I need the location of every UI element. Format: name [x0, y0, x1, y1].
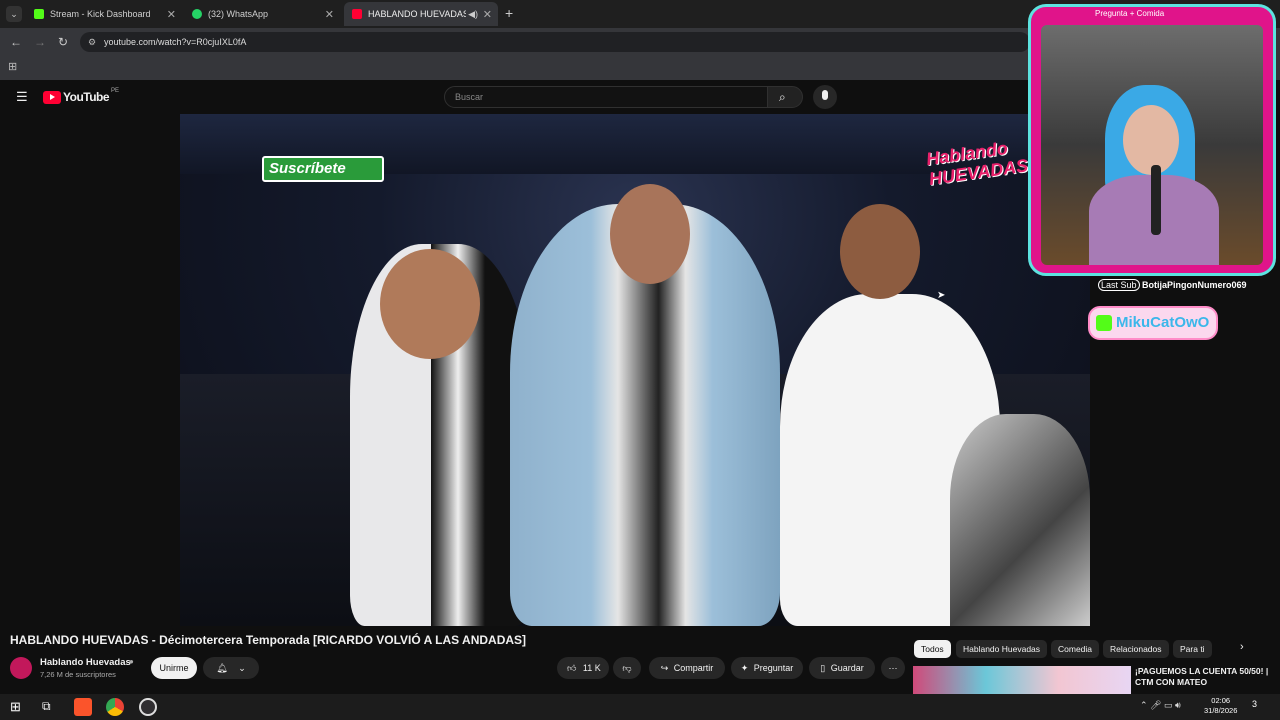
logo-text: YouTube	[63, 90, 110, 104]
head-middle	[610, 184, 690, 284]
recommended-thumbnail[interactable]	[913, 666, 1131, 694]
notification-count: 3	[1252, 699, 1258, 709]
bell-icon: 🔔︎	[216, 663, 228, 673]
channel-avatar[interactable]	[10, 657, 32, 679]
dislike-icon: 👎︎	[622, 663, 632, 673]
person-far-right	[950, 414, 1090, 626]
close-icon[interactable]: ✕	[325, 8, 334, 21]
tab-kick[interactable]: Stream - Kick Dashboard ✕	[26, 2, 182, 26]
youtube-logo[interactable]: YouTube PE	[43, 88, 120, 104]
recommended-title-line-1: ¡PAGUEMOS LA CUENTA 50/50! |	[1135, 666, 1269, 676]
clock[interactable]: 02:06 31/8/2026	[1204, 696, 1237, 716]
head-left	[380, 249, 480, 359]
search-icon: ⌕	[779, 90, 786, 104]
new-tab-button[interactable]: +	[505, 5, 513, 21]
tab-title: Stream - Kick Dashboard	[50, 9, 151, 19]
sparkle-icon: ✦	[740, 663, 749, 673]
search-input[interactable]: Buscar	[444, 86, 768, 108]
subscribe-overlay-button[interactable]: Suscríbete	[262, 156, 384, 182]
chip-relacionados[interactable]: Relacionados	[1103, 640, 1169, 658]
chip-para-ti[interactable]: Para ti	[1173, 640, 1212, 658]
url-text: youtube.com/watch?v=R0cjuIXL0fA	[104, 37, 247, 47]
brave-icon[interactable]	[74, 698, 92, 716]
notifications-button[interactable]: 🔔︎ ⌄	[203, 657, 259, 679]
apps-grid-icon[interactable]: ⊞	[8, 60, 17, 73]
like-button[interactable]: 👍︎ 11 K	[557, 657, 609, 679]
cursor-icon: ➤	[937, 290, 946, 301]
channel-name[interactable]: Hablando Huevadas	[40, 657, 131, 668]
head-right	[840, 204, 920, 299]
whatsapp-icon	[192, 9, 202, 19]
streamer-name: MikuCatOwO	[1116, 314, 1210, 331]
chip-todos[interactable]: Todos	[914, 640, 951, 658]
close-icon[interactable]: ✕	[167, 8, 176, 21]
tab-whatsapp[interactable]: (32) WhatsApp ✕	[184, 2, 340, 26]
ask-label: Preguntar	[753, 663, 794, 673]
chevron-down-icon: ⌄	[238, 663, 246, 673]
task-view-icon[interactable]: ⧉	[42, 699, 51, 714]
obs-icon[interactable]	[139, 698, 157, 716]
streamer-face	[1123, 105, 1179, 175]
bookmark-icon: ▯	[820, 663, 826, 673]
reload-icon[interactable]: ↻	[58, 35, 68, 49]
windows-start-icon[interactable]: ⊞	[10, 699, 21, 715]
recommended-title[interactable]: ¡PAGUEMOS LA CUENTA 50/50! | CTM CON MAT…	[1135, 666, 1268, 688]
save-button[interactable]: ▯ Guardar	[809, 657, 875, 679]
channel-row: Hablando Huevadas ● 7,26 M de suscriptor…	[10, 654, 910, 684]
clock-time: 02:06	[1211, 696, 1231, 705]
dislike-button[interactable]: 👎︎	[613, 657, 641, 679]
streamer-name-badge: MikuCatOwO	[1088, 306, 1218, 340]
chrome-icon[interactable]	[106, 698, 124, 716]
like-count: 11 K	[582, 663, 601, 673]
last-sub-banner: Last Sub BotijaPingonNumero069	[1098, 279, 1247, 291]
back-icon[interactable]: ←	[10, 35, 22, 49]
subscriber-count: 7,26 M de suscriptores	[40, 670, 116, 679]
notification-center-icon[interactable]: 3	[1252, 699, 1257, 709]
ask-button[interactable]: ✦ Preguntar	[731, 657, 803, 679]
channel-watermark: Hablando HUEVADAS	[925, 135, 1035, 228]
save-label: Guardar	[830, 663, 864, 673]
youtube-play-icon	[43, 90, 61, 104]
last-sub-name: BotijaPingonNumero069	[1142, 280, 1247, 290]
more-icon: ⋯	[888, 663, 898, 673]
chip-hablando-huevadas[interactable]: Hablando Huevadas	[956, 640, 1048, 658]
chip-comedia[interactable]: Comedia	[1051, 640, 1100, 658]
last-sub-label: Last Sub	[1098, 279, 1140, 291]
video-title: HABLANDO HUEVADAS - Décimotercera Tempor…	[10, 633, 527, 647]
region-code: PE	[111, 88, 120, 94]
share-icon: ↪	[660, 663, 669, 673]
kick-icon	[34, 9, 44, 19]
chip-next-icon[interactable]: ›	[1240, 641, 1244, 653]
verified-icon: ●	[129, 657, 134, 666]
youtube-icon	[352, 9, 362, 19]
webcam-overlay: Pregunta + Comida	[1028, 4, 1276, 276]
voice-search-button[interactable]	[813, 85, 837, 109]
close-icon[interactable]: ✕	[483, 8, 492, 21]
join-button[interactable]: Unirme	[151, 657, 197, 679]
speaker-icon[interactable]: ◀)	[468, 9, 478, 20]
share-label: Compartir	[673, 663, 714, 673]
overlay-top-text: Pregunta + Comida	[1095, 9, 1165, 18]
url-field[interactable]: ⚙ youtube.com/watch?v=R0cjuIXL0fA	[80, 32, 1030, 52]
more-actions-button[interactable]: ⋯	[881, 657, 905, 679]
share-button[interactable]: ↪ Compartir	[649, 657, 725, 679]
clock-date: 31/8/2026	[1204, 706, 1238, 715]
tab-list-button[interactable]: ⌄	[6, 6, 22, 22]
system-tray-icons[interactable]: ⌃ 🎤︎ ▭ 🔊︎	[1140, 700, 1181, 711]
microphone	[1151, 165, 1161, 235]
site-info-icon[interactable]: ⚙	[88, 32, 96, 52]
search-button[interactable]: ⌕	[767, 86, 803, 108]
windows-taskbar: ⊞ ⧉ ⌃ 🎤︎ ▭ 🔊︎ 02:06 31/8/2026 3	[0, 694, 1280, 720]
kick-logo-icon	[1096, 315, 1112, 331]
webcam-feed	[1041, 25, 1263, 265]
tab-title: (32) WhatsApp	[208, 9, 269, 19]
tab-title: HABLANDO HUEVADAS - D	[368, 9, 466, 19]
menu-icon[interactable]: ☰	[16, 89, 28, 105]
recommended-title-line-2: CTM CON MATEO	[1135, 677, 1208, 687]
mic-icon	[822, 90, 828, 100]
tab-youtube[interactable]: HABLANDO HUEVADAS - D ◀) ✕	[344, 2, 498, 26]
like-icon: 👍︎	[567, 663, 577, 673]
forward-icon[interactable]: →	[34, 35, 46, 49]
